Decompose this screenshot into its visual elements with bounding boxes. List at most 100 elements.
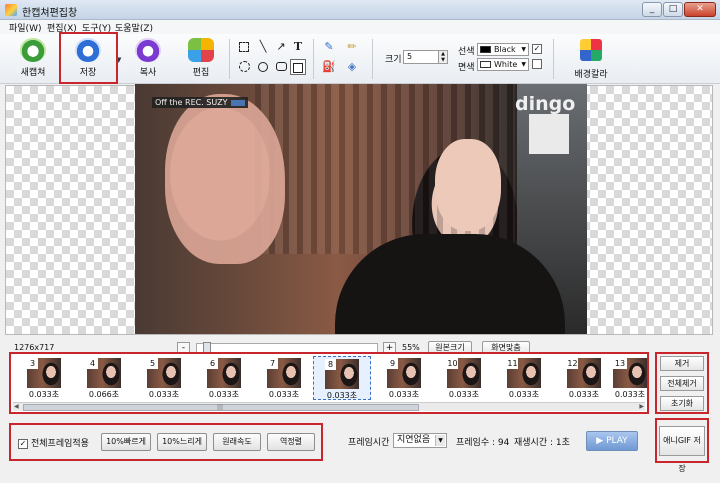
frame-duration: 0.033초 — [268, 390, 300, 399]
chevron-down-icon: ▼ — [521, 61, 526, 68]
frame-item[interactable]: 6 0.033초 — [195, 356, 253, 400]
line-color-checkbox[interactable]: ✓ — [532, 44, 542, 54]
frame-duration: 0.033초 — [28, 390, 60, 399]
frame-thumbnail: 6 — [207, 358, 241, 388]
save-highlight — [59, 32, 118, 84]
frame-thumbnail: 8 — [325, 359, 359, 389]
brush-tool[interactable]: ✏ — [344, 39, 360, 55]
rectangle-tool[interactable] — [290, 59, 306, 75]
frame-item[interactable]: 3 0.033초 — [15, 356, 73, 400]
grip-icon: ||| — [217, 404, 224, 411]
maximize-button[interactable]: □ — [663, 2, 683, 17]
frame-action-panel: 제거 전체제거 초기화 — [655, 352, 709, 414]
speed-controls: ✓ 전체프레임적용 10%빠르게 10%느리게 원래속도 역정렬 — [9, 423, 323, 461]
frame-number: 3 — [27, 358, 38, 369]
captured-image — [135, 84, 587, 334]
frame-time-select[interactable]: 지연없음 ▼ — [393, 433, 447, 448]
minimize-button[interactable]: _ — [642, 2, 662, 17]
eraser-icon: ◈ — [347, 60, 357, 73]
fill-tool[interactable]: ⛽ — [321, 59, 337, 75]
new-capture-icon — [20, 38, 46, 62]
text-icon: T — [293, 40, 303, 53]
fill-color-label: 면색 — [458, 63, 475, 73]
size-spinner[interactable]: ▲ ▼ — [439, 50, 448, 64]
edit-button[interactable]: 편집 — [177, 37, 225, 81]
scroll-right-icon[interactable]: ▶ — [639, 403, 644, 410]
fill-color-value: White — [494, 60, 518, 69]
person-hand — [165, 94, 285, 264]
remove-all-button[interactable]: 전체제거 — [660, 376, 704, 391]
frame-number: 4 — [87, 358, 98, 369]
pen-tool[interactable]: ✎ — [321, 39, 337, 55]
background-color-button[interactable]: 배경칼라 — [567, 38, 615, 82]
line-color-select[interactable]: Black ▼ — [477, 43, 529, 56]
scroll-left-icon[interactable]: ◀ — [14, 403, 19, 410]
reset-button[interactable]: 초기화 — [660, 396, 704, 411]
palette-icon — [580, 39, 602, 61]
frame-number: 6 — [207, 358, 218, 369]
apply-all-checkbox[interactable]: ✓ — [18, 438, 28, 449]
spin-down-icon[interactable]: ▼ — [439, 57, 447, 63]
frame-duration: 0.033초 — [614, 390, 646, 399]
frame-time-value: 지연없음 — [397, 435, 431, 445]
image-dimensions: 1276x717 — [14, 343, 55, 352]
fill-color-select[interactable]: White ▼ — [477, 58, 529, 71]
rounded-rect-icon — [275, 62, 287, 71]
frame-item[interactable]: 12 0.033초 — [555, 356, 613, 400]
frame-number: 10 — [447, 358, 458, 369]
save-gif-button[interactable]: 애니GIF 저장 — [659, 426, 705, 473]
remove-frame-button[interactable]: 제거 — [660, 356, 704, 371]
frame-item[interactable]: 13 0.033초 — [613, 356, 647, 400]
toolbar-divider — [553, 39, 554, 79]
ellipse-select-icon — [238, 61, 250, 72]
play-button[interactable]: ▶ PLAY — [586, 431, 638, 451]
close-button[interactable]: ✕ — [684, 2, 716, 17]
ellipse-select-tool[interactable] — [236, 59, 252, 75]
frame-item[interactable]: 9 0.033초 — [375, 356, 433, 400]
rect-select-tool[interactable] — [236, 39, 252, 55]
text-tool[interactable]: T — [290, 39, 306, 55]
frame-item[interactable]: 7 0.033초 — [255, 356, 313, 400]
frame-number: 5 — [147, 358, 158, 369]
frame-number: 9 — [387, 358, 398, 369]
circle-tool[interactable] — [255, 59, 271, 75]
frame-scrollbar-thumb[interactable]: ||| — [23, 404, 419, 411]
toolbar-divider — [372, 39, 373, 79]
frame-item[interactable]: 10 0.033초 — [435, 356, 493, 400]
new-capture-button[interactable]: 새캡쳐 — [9, 37, 57, 81]
chevron-down-icon: ▼ — [435, 435, 445, 446]
edit-label: 편집 — [192, 68, 210, 78]
overlay-caption: Off the REC. SUZY — [152, 97, 249, 108]
line-tool[interactable]: ╲ — [255, 39, 271, 55]
paint-bucket-icon: ⛽ — [322, 60, 336, 73]
size-input[interactable]: 5 — [403, 50, 439, 64]
rectangle-icon — [293, 63, 303, 73]
frame-thumbnail: 7 — [267, 358, 301, 388]
arrow-tool[interactable]: ↗ — [273, 39, 289, 55]
faster-button[interactable]: 10%빠르게 — [101, 433, 151, 451]
frame-thumbnail: 12 — [567, 358, 601, 388]
frame-item[interactable]: 5 0.033초 — [135, 356, 193, 400]
original-speed-button[interactable]: 원래속도 — [213, 433, 261, 451]
save-gif-panel: 애니GIF 저장 — [655, 418, 709, 473]
reverse-button[interactable]: 역정렬 — [267, 433, 315, 451]
fill-color-checkbox[interactable] — [532, 59, 542, 69]
watermark-logo: dingo — [515, 93, 576, 115]
menu-help[interactable]: 도움말(Z) — [115, 21, 153, 34]
copy-button[interactable]: 복사 — [124, 37, 172, 81]
slower-button[interactable]: 10%느리게 — [157, 433, 207, 451]
frame-duration: 0.033초 — [208, 390, 240, 399]
frame-number: 13 — [613, 358, 627, 369]
menu-file[interactable]: 파일(W) — [9, 21, 41, 34]
frame-scrollbar[interactable]: ◀ ||| ▶ — [13, 402, 645, 411]
frame-item-selected[interactable]: 8 0.033초 — [313, 356, 371, 400]
frame-thumbnail: 4 — [87, 358, 121, 388]
apply-all-frames[interactable]: ✓ 전체프레임적용 — [18, 436, 89, 449]
line-color-label: 선색 — [458, 47, 475, 57]
line-color-value: Black — [494, 45, 516, 54]
eraser-tool[interactable]: ◈ — [344, 59, 360, 75]
rounded-rect-tool[interactable] — [273, 59, 289, 75]
frame-item[interactable]: 4 0.066초 — [75, 356, 133, 400]
zoom-percent: 55% — [402, 343, 420, 352]
frame-item[interactable]: 11 0.033초 — [495, 356, 553, 400]
